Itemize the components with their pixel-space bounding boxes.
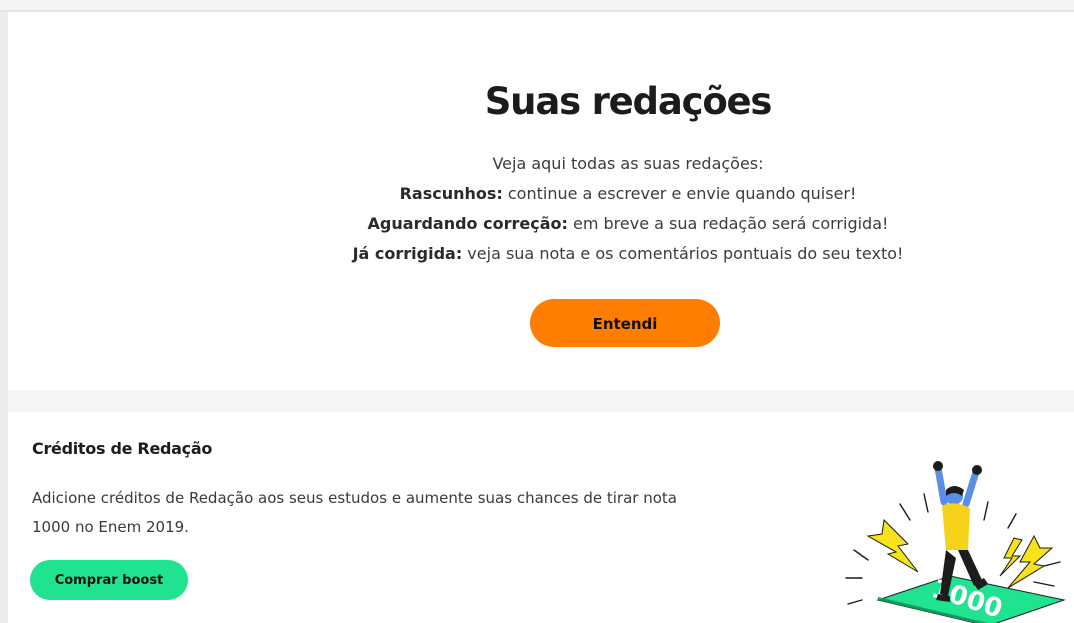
drafts-description: continue a escrever e envie quando quise… [502,184,857,203]
corrected-description: veja sua nota e os comentários pontuais … [462,244,904,263]
page-title: Suas redações [484,80,773,123]
intro-line-overview: Veja aqui todas as suas redações: [492,154,764,173]
lightning-small-icon [999,537,1023,577]
awaiting-label: Aguardando correção: [367,214,568,233]
section-divider [8,390,1074,412]
intro-line-drafts: Rascunhos: continue a escrever e envie q… [8,179,1074,209]
credits-title: Créditos de Redação [32,439,213,458]
intro-line-corrected: Já corrigida: veja sua nota e os comentá… [8,239,1074,269]
buy-boost-button[interactable]: Comprar boost [30,560,188,600]
awaiting-description: em breve a sua redação será corrigida! [567,214,889,233]
understood-button[interactable]: Entendi [530,299,720,347]
corrected-label: Já corrigida: [352,244,463,263]
essay-credits-panel: Créditos de Redação Adicione créditos de… [8,412,1074,623]
page: Suas redações Veja aqui todas as suas re… [0,0,1074,623]
essays-intro-panel: Suas redações Veja aqui todas as suas re… [8,14,1074,390]
celebrating-student-illustration: 1000 [845,461,1066,623]
lightning-left-icon [866,518,919,573]
credits-description: Adicione créditos de Redação aos seus es… [32,489,677,536]
left-edge [0,12,8,623]
top-bar [0,0,1074,12]
intro-line-awaiting: Aguardando correção: em breve a sua reda… [8,209,1074,239]
intro-text: Veja aqui todas as suas redações: Rascun… [8,149,1074,269]
drafts-label: Rascunhos: [399,184,503,203]
